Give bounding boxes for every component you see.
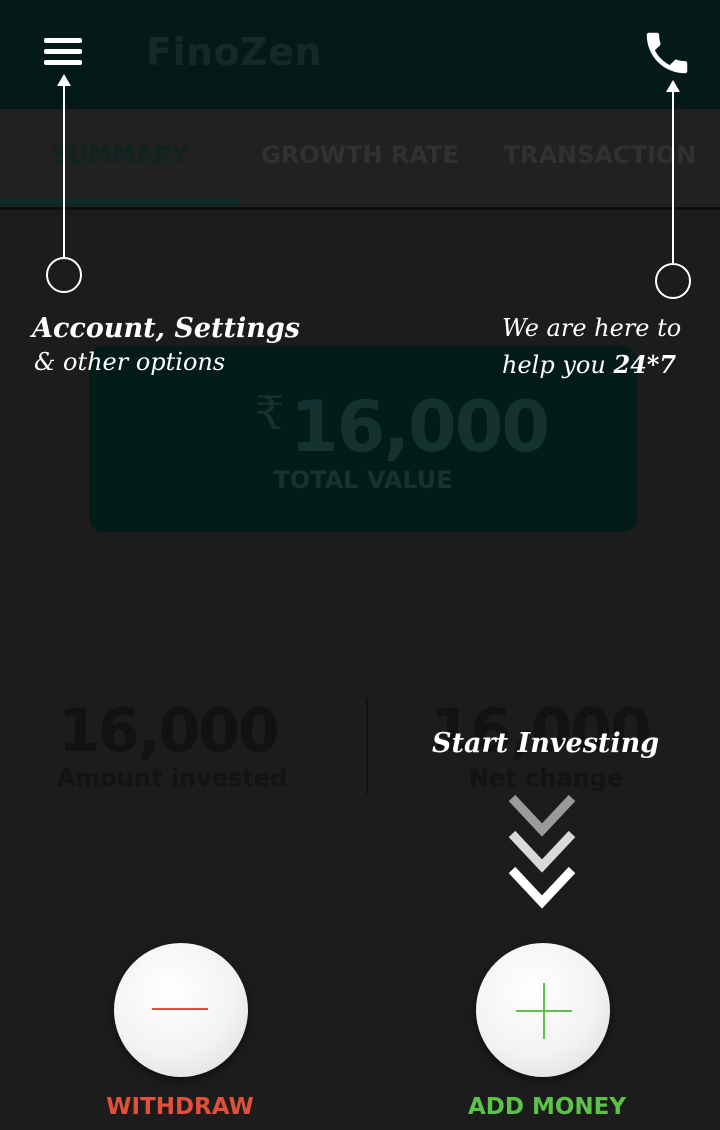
add-money-button[interactable] <box>476 943 610 1077</box>
withdraw-label[interactable]: WITHDRAW <box>80 1094 280 1120</box>
coach-mark-pointers <box>46 74 691 299</box>
menu-hint-title: Account, Settings <box>32 313 300 344</box>
chevron-down-icon <box>508 794 576 909</box>
support-hint-line2: help you 24*7 <box>502 350 677 379</box>
menu-hint-subtitle: & other options <box>34 348 226 376</box>
plus-icon <box>516 983 572 1039</box>
support-hint-emphasis: 24*7 <box>613 350 677 379</box>
invest-hint-title: Start Investing <box>432 728 660 759</box>
support-hint-line1: We are here to <box>502 314 682 342</box>
minus-icon <box>152 1008 208 1010</box>
withdraw-button[interactable] <box>114 943 248 1077</box>
add-money-label[interactable]: ADD MONEY <box>447 1094 647 1120</box>
